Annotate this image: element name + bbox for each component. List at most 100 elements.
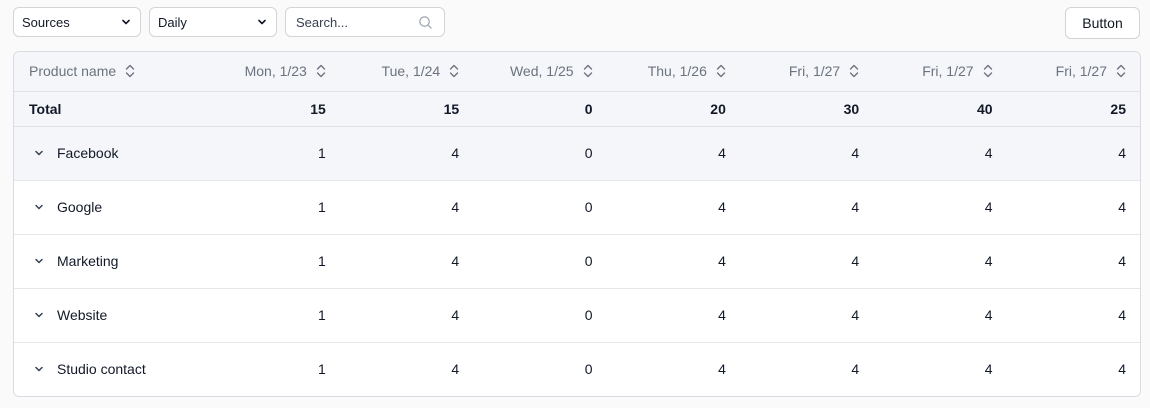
sort-icon[interactable] [449, 64, 459, 78]
table-row[interactable]: Marketing 1 4 0 4 4 4 4 [14, 234, 1140, 289]
chevron-down-icon[interactable] [34, 202, 44, 212]
sources-select[interactable]: Sources [13, 7, 141, 37]
row-name: Marketing [57, 253, 119, 269]
total-row: Total 15 15 0 20 30 40 25 [14, 91, 1140, 127]
toolbar: Sources Daily Button [13, 7, 1140, 39]
table-cell: 1 [206, 234, 340, 289]
sort-icon[interactable] [583, 64, 593, 78]
total-cell: 15 [339, 91, 474, 127]
table-cell: 4 [1006, 180, 1140, 235]
column-header-date[interactable]: Tue, 1/24 [339, 52, 474, 92]
table-cell: 4 [873, 180, 1007, 235]
header-row: Product name Mon, 1/23 Tue, 1/24 Wed, 1/25 T… [14, 52, 1140, 92]
search-box [285, 7, 445, 37]
row-name-cell: Studio contact [14, 342, 207, 396]
table-cell: 4 [739, 180, 874, 235]
chevron-down-icon[interactable] [34, 148, 44, 158]
row-name: Google [57, 199, 103, 215]
sort-icon[interactable] [125, 64, 135, 78]
table-cell: 1 [206, 126, 340, 181]
column-header-label: Fri, 1/27 [788, 63, 841, 80]
column-header-label: Fri, 1/27 [1055, 63, 1107, 80]
table-cell: 4 [873, 288, 1007, 343]
table-cell: 4 [606, 180, 740, 235]
chevron-down-icon [122, 19, 130, 25]
chevron-down-icon[interactable] [34, 364, 44, 374]
total-cell: 0 [473, 91, 607, 127]
table-cell: 4 [873, 234, 1007, 289]
sort-icon[interactable] [1116, 64, 1126, 78]
column-header-label: Product name [29, 63, 117, 80]
table-row[interactable]: Google 1 4 0 4 4 4 4 [14, 180, 1140, 235]
table-row[interactable]: Facebook 1 4 0 4 4 4 4 [14, 126, 1140, 181]
row-name: Facebook [57, 145, 119, 161]
table-cell: 4 [1006, 126, 1140, 181]
table-cell: 1 [206, 288, 340, 343]
table-cell: 0 [584, 361, 593, 378]
table-cell: 4 [339, 288, 474, 343]
column-header-date[interactable]: Thu, 1/26 [606, 52, 740, 92]
chevron-down-icon[interactable] [34, 310, 44, 320]
column-header-date[interactable]: Fri, 1/27 [873, 52, 1007, 92]
row-name: Website [57, 307, 108, 323]
search-input[interactable] [296, 14, 414, 30]
total-cell: 15 [206, 91, 340, 127]
chevron-down-icon[interactable] [34, 256, 44, 266]
table-cell: 4 [1118, 361, 1126, 378]
table-cell: 0 [473, 180, 607, 235]
row-name-cell: Google [14, 180, 207, 235]
table-cell: 0 [473, 288, 607, 343]
table-cell: 4 [851, 361, 860, 378]
table-cell: 4 [339, 234, 474, 289]
sort-icon[interactable] [316, 64, 326, 78]
search-icon [419, 16, 432, 29]
table-cell: 4 [739, 234, 874, 289]
table-cell: 4 [718, 361, 726, 378]
table-cell: 4 [984, 361, 993, 378]
period-select-label: Daily [158, 14, 187, 30]
sort-icon[interactable] [983, 64, 993, 78]
column-header-label: Mon, 1/23 [244, 63, 307, 80]
sort-icon[interactable] [849, 64, 859, 78]
table-cell: 0 [473, 234, 607, 289]
total-cell: 25 [1006, 91, 1140, 127]
table-cell: 4 [339, 180, 474, 235]
table-cell: 1 [318, 361, 326, 378]
table-cell: 4 [339, 126, 474, 181]
column-header-product-name[interactable]: Product name [14, 52, 207, 92]
column-header-label: Fri, 1/27 [922, 63, 974, 80]
row-name-cell: Website [14, 288, 207, 343]
table-cell: 0 [473, 126, 607, 181]
column-header-date[interactable]: Fri, 1/27 [739, 52, 874, 92]
data-table: Product name Mon, 1/23 Tue, 1/24 Wed, 1/25 T… [13, 51, 1141, 397]
chevron-down-icon [258, 19, 266, 25]
sort-icon[interactable] [716, 64, 726, 78]
table-cell: 4 [606, 234, 740, 289]
table-row[interactable]: Website 1 4 0 4 4 4 4 [14, 288, 1140, 343]
total-cell: 20 [606, 91, 740, 127]
column-header-date[interactable]: Mon, 1/23 [206, 52, 340, 92]
table-cell: 4 [873, 126, 1007, 181]
period-select[interactable]: Daily [149, 7, 277, 37]
total-label: Total [14, 91, 207, 127]
table-cell: 4 [1006, 234, 1140, 289]
table-row[interactable]: Studio contact 1 4 0 4 4 4 4 [14, 342, 1140, 396]
row-name-cell: Facebook [14, 126, 207, 181]
action-button[interactable]: Button [1065, 7, 1140, 39]
table-cell: 4 [451, 361, 460, 378]
total-cell: 40 [873, 91, 1007, 127]
column-header-label: Tue, 1/24 [381, 63, 441, 80]
column-header-label: Wed, 1/25 [509, 63, 574, 80]
column-header-date[interactable]: Fri, 1/27 [1006, 52, 1140, 92]
table-cell: 4 [739, 288, 874, 343]
table-cell: 4 [606, 126, 740, 181]
sources-select-label: Sources [22, 14, 70, 30]
row-name-cell: Marketing [14, 234, 207, 289]
table-cell: 4 [606, 288, 740, 343]
row-name: Studio contact [57, 361, 146, 378]
column-header-date[interactable]: Wed, 1/25 [473, 52, 607, 92]
table-cell: 4 [1006, 288, 1140, 343]
table-cell: 1 [206, 180, 340, 235]
total-cell: 30 [739, 91, 874, 127]
table-cell: 4 [739, 126, 874, 181]
